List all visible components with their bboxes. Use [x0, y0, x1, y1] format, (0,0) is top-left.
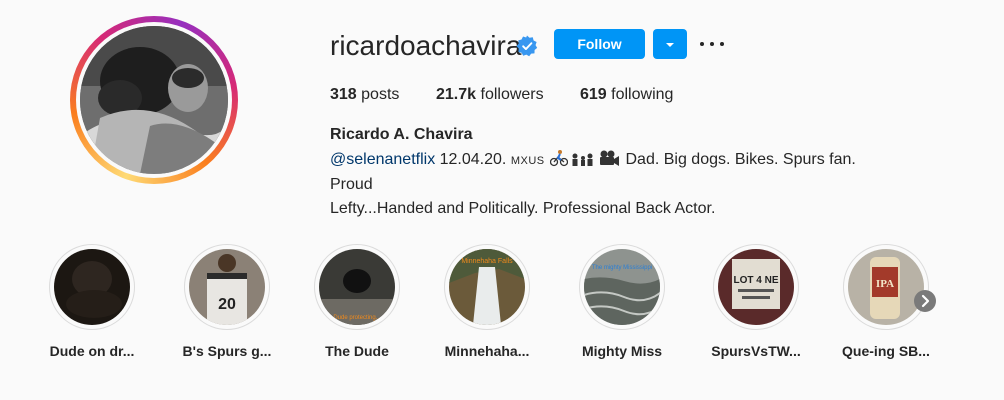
more-options-icon[interactable]	[700, 34, 724, 54]
highlight-cover-caption: Dude protecting...	[333, 315, 381, 321]
bio-line-2: Lefty...Handed and Politically. Professi…	[330, 200, 716, 217]
followers-link[interactable]: 21.7k followers	[436, 85, 544, 105]
avatar-frame	[76, 22, 232, 178]
highlight-cover-image: Minnehaha Falls	[449, 249, 525, 325]
family-emoji-icon	[572, 153, 593, 166]
highlight-cover: The mighty Mississippi	[584, 249, 660, 325]
profile-avatar-ring[interactable]	[70, 16, 238, 184]
highlight-label: Que-ing SB...	[842, 343, 930, 359]
highlight-cover: IPA	[848, 249, 924, 325]
bio-country-code: MXUS	[510, 155, 545, 167]
following-link[interactable]: 619 following	[580, 85, 673, 105]
highlight-cover-image: 20	[189, 249, 265, 325]
highlight-label: Mighty Miss	[581, 343, 663, 359]
posts-label: posts	[361, 86, 400, 103]
dot	[720, 42, 724, 46]
username: ricardoachavira	[330, 30, 522, 61]
highlight-label: B's Spurs g...	[182, 343, 272, 359]
highlight-label: Dude on dr...	[49, 343, 135, 359]
movie-camera-emoji-icon	[600, 150, 620, 166]
highlight-item[interactable]: 20 B's Spurs g...	[157, 244, 297, 360]
highlight-ring: The mighty Mississippi	[579, 244, 665, 330]
dot	[710, 42, 714, 46]
highlight-cover-caption: Minnehaha Falls	[461, 258, 513, 265]
full-name: Ricardo A. Chavira	[330, 126, 473, 143]
highlight-ring	[49, 244, 135, 330]
followers-count: 21.7k	[436, 86, 477, 103]
bio: @selenanetflix 12.04.20. MXUS Dad. Big d…	[330, 148, 890, 221]
chevron-right-icon	[921, 294, 930, 308]
highlight-cover-image: The mighty Mississippi	[584, 249, 660, 325]
highlight-cover-image	[54, 249, 130, 325]
posts-stat: 318 posts	[330, 85, 399, 105]
highlight-item[interactable]: Dude on dr...	[22, 244, 162, 360]
verified-badge-icon	[516, 35, 538, 57]
bio-mention-link[interactable]: @selenanetflix	[330, 151, 435, 168]
highlight-cover-image: LOT 4 NE	[718, 249, 794, 325]
highlight-ring: LOT 4 NE	[713, 244, 799, 330]
highlight-cover-caption: IPA	[876, 278, 894, 290]
following-count: 619	[580, 86, 607, 103]
highlight-ring: IPA	[843, 244, 929, 330]
highlight-label: The Dude	[325, 343, 389, 359]
highlight-item[interactable]: Dude protecting... The Dude	[287, 244, 427, 360]
highlight-label: SpursVsTW...	[711, 343, 801, 359]
highlight-ring: Minnehaha Falls	[444, 244, 530, 330]
highlight-cover-caption: The mighty Mississippi	[592, 265, 652, 271]
posts-count: 318	[330, 86, 357, 103]
jersey-number: 20	[218, 296, 236, 313]
highlight-cover: 20	[189, 249, 265, 325]
highlights-next-button[interactable]	[914, 290, 936, 312]
dot	[700, 42, 704, 46]
cyclist-emoji-icon	[550, 150, 569, 167]
highlight-ring: Dude protecting...	[314, 244, 400, 330]
highlight-cover: LOT 4 NE	[718, 249, 794, 325]
highlight-cover-image: IPA	[848, 249, 924, 325]
highlight-cover	[54, 249, 130, 325]
avatar-photo	[80, 26, 228, 174]
highlight-cover: Minnehaha Falls	[449, 249, 525, 325]
highlight-cover-image: Dude protecting...	[319, 249, 395, 325]
highlight-cover: Dude protecting...	[319, 249, 395, 325]
avatar[interactable]	[80, 26, 228, 174]
suggested-accounts-dropdown-button[interactable]	[653, 29, 687, 59]
highlight-label: Minnehaha...	[444, 343, 530, 359]
highlight-item[interactable]: The mighty Mississippi Mighty Miss	[552, 244, 692, 360]
highlight-cover-caption: LOT 4 NE	[733, 275, 778, 286]
bio-line-1: @selenanetflix 12.04.20. MXUS Dad. Big d…	[330, 148, 890, 197]
chevron-down-icon	[666, 42, 674, 47]
highlight-item[interactable]: LOT 4 NE SpursVsTW...	[686, 244, 826, 360]
followers-label: followers	[480, 86, 544, 103]
following-label: following	[611, 86, 674, 103]
highlight-item[interactable]: Minnehaha Falls Minnehaha...	[417, 244, 557, 360]
highlight-ring: 20	[184, 244, 270, 330]
follow-button[interactable]: Follow	[554, 29, 645, 59]
bio-date: 12.04.20.	[435, 151, 511, 168]
